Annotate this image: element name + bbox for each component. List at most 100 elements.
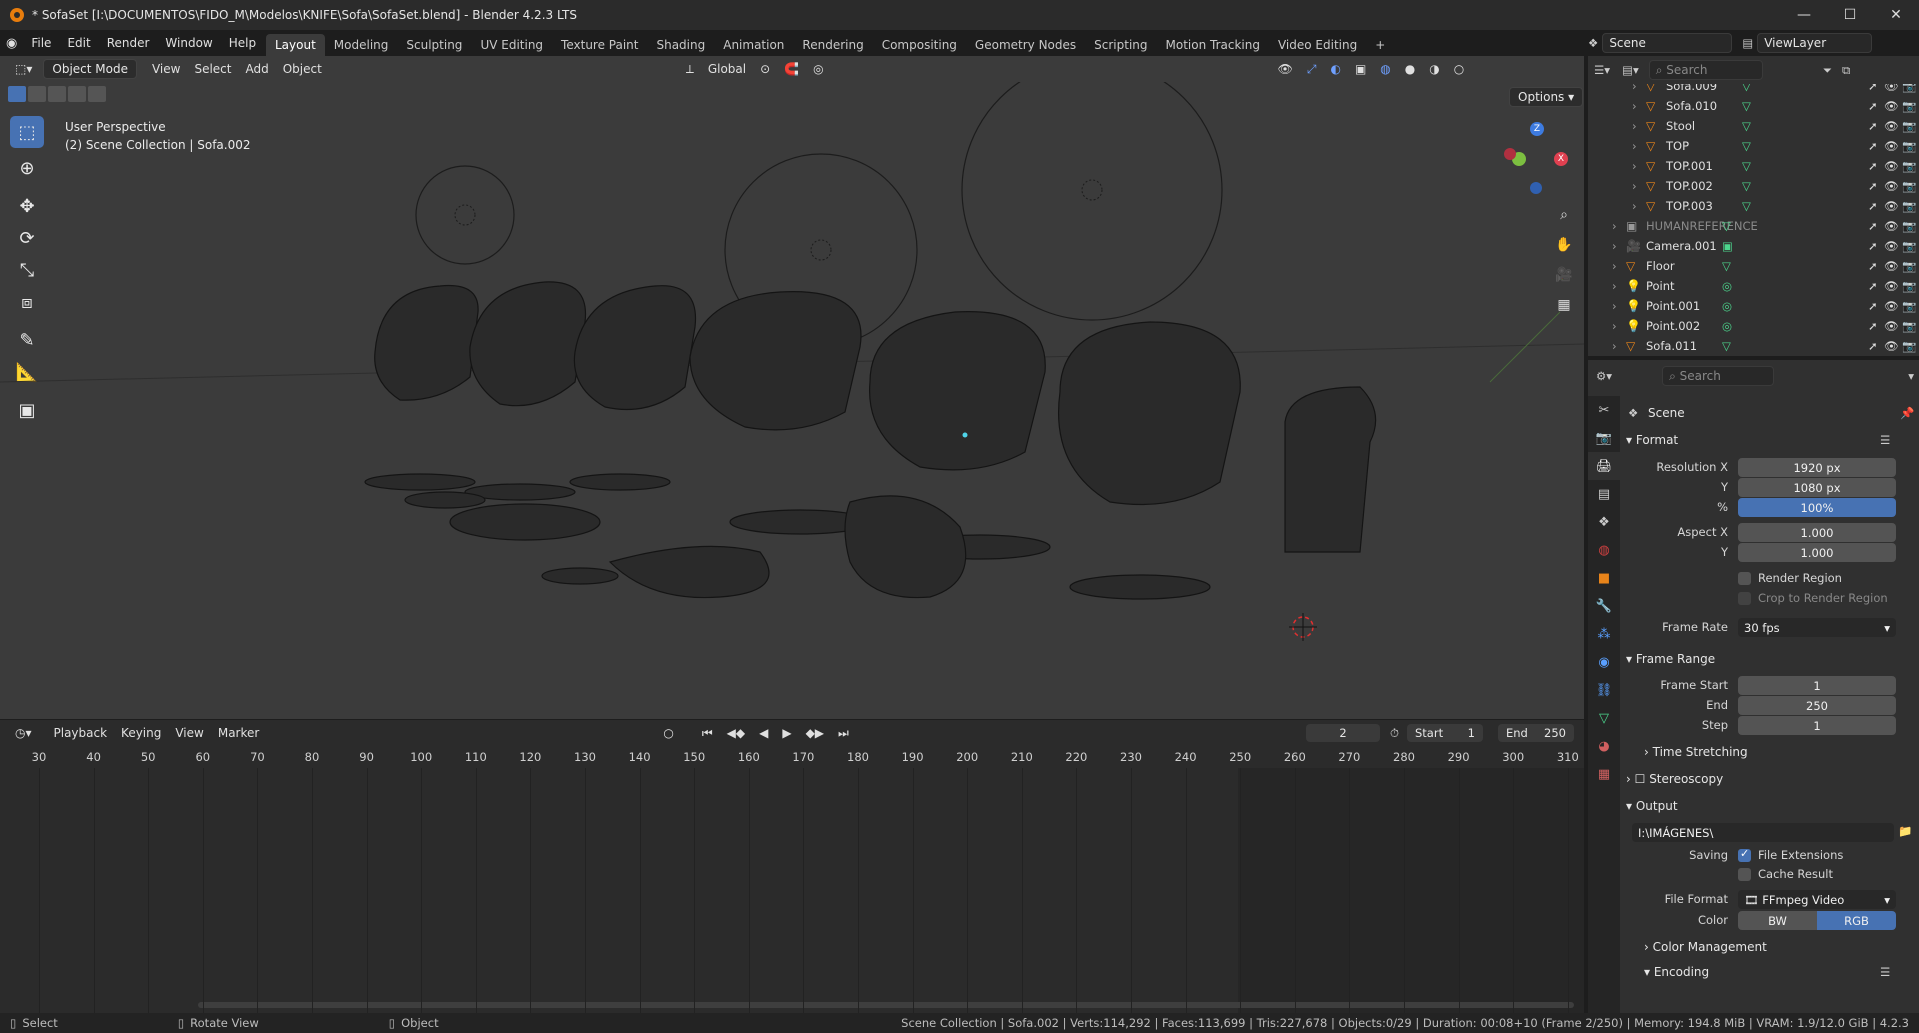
- tab-geometry-nodes[interactable]: Geometry Nodes: [966, 34, 1085, 56]
- physics-tab-icon[interactable]: ◉: [1588, 648, 1620, 676]
- selectable-icon[interactable]: ➚: [1868, 159, 1878, 173]
- menu-playback[interactable]: Playback: [47, 724, 115, 742]
- eye-icon[interactable]: 👁: [1884, 239, 1899, 253]
- pin-icon[interactable]: 📌: [1900, 406, 1914, 420]
- resolution-percent-slider[interactable]: 100%: [1738, 498, 1896, 517]
- eye-icon[interactable]: 👁: [1884, 319, 1899, 333]
- selectable-icon[interactable]: ➚: [1868, 219, 1878, 233]
- outliner[interactable]: ☰▾ ▤▾ ⌕ Search ⏷ ⧉ › ▽ Sofa.009 ▽ ➚ 👁 📷 › ▽ Sofa.…: [1588, 56, 1919, 356]
- tab-texture-paint[interactable]: Texture Paint: [552, 34, 647, 56]
- expand-chevron-icon[interactable]: ›: [1612, 319, 1617, 333]
- stopwatch-icon[interactable]: ⏱: [1390, 726, 1399, 741]
- render-camera-icon[interactable]: 📷: [1902, 139, 1916, 153]
- menu-window[interactable]: Window: [157, 33, 220, 53]
- blender-menu-icon[interactable]: ◉: [6, 36, 17, 51]
- expand-chevron-icon[interactable]: ›: [1612, 299, 1617, 313]
- timeline-editor-type-icon[interactable]: ◷▾: [8, 724, 39, 742]
- render-camera-icon[interactable]: 📷: [1902, 219, 1916, 233]
- frame-step-field[interactable]: 1: [1738, 716, 1896, 735]
- eye-icon[interactable]: 👁: [1884, 179, 1899, 193]
- selectable-icon[interactable]: ➚: [1868, 259, 1878, 273]
- timeline-keyframes-area[interactable]: [0, 768, 1584, 1013]
- outliner-search-input[interactable]: ⌕ Search: [1648, 60, 1763, 80]
- expand-chevron-icon[interactable]: ›: [1612, 239, 1617, 253]
- output-tab-icon[interactable]: 🖨: [1588, 452, 1620, 480]
- frame-range-panel-header[interactable]: ▾ Frame Range: [1626, 652, 1715, 666]
- world-tab-icon[interactable]: ◍: [1588, 536, 1620, 564]
- constraints-tab-icon[interactable]: ⛓: [1588, 676, 1620, 704]
- selectable-icon[interactable]: ➚: [1868, 119, 1878, 133]
- properties-options-icon[interactable]: ▾: [1908, 369, 1914, 383]
- outliner-row[interactable]: › ▽ TOP.003 ▽ ➚ 👁 📷: [1588, 196, 1919, 216]
- prev-keyframe-icon[interactable]: ◀◆: [720, 724, 752, 742]
- menu-timeline-view[interactable]: View: [168, 724, 210, 742]
- editor-type-icon[interactable]: ⬚▾: [8, 60, 39, 78]
- tab-uv-editing[interactable]: UV Editing: [471, 34, 552, 56]
- play-icon[interactable]: ▶: [775, 724, 798, 742]
- eye-icon[interactable]: 👁: [1884, 119, 1899, 133]
- format-panel-header[interactable]: ▾ Format: [1626, 433, 1678, 447]
- modifier-tab-icon[interactable]: 🔧: [1588, 592, 1620, 620]
- gizmo-neg-x-axis[interactable]: [1504, 148, 1516, 160]
- presets-icon[interactable]: ☰: [1880, 433, 1890, 447]
- time-stretching-subpanel[interactable]: › Time Stretching: [1644, 745, 1748, 759]
- outliner-row[interactable]: › ▽ Stool ▽ ➚ 👁 📷: [1588, 116, 1919, 136]
- eye-icon[interactable]: 👁: [1884, 199, 1899, 213]
- stereoscopy-panel-header[interactable]: › ☐ Stereoscopy: [1626, 772, 1723, 786]
- outliner-row[interactable]: › ▽ Sofa.010 ▽ ➚ 👁 📷: [1588, 96, 1919, 116]
- render-camera-icon[interactable]: 📷: [1902, 119, 1916, 133]
- menu-view[interactable]: View: [145, 60, 187, 78]
- tab-video-editing[interactable]: Video Editing: [1269, 34, 1366, 56]
- overlay-toggle-icon[interactable]: ◐: [1323, 60, 1347, 78]
- render-camera-icon[interactable]: 📷: [1902, 159, 1916, 173]
- outliner-row[interactable]: › 🎥 Camera.001 ▣ ➚ 👁 📷: [1588, 236, 1919, 256]
- xray-icon[interactable]: ▣: [1348, 60, 1373, 78]
- menu-help[interactable]: Help: [221, 33, 264, 53]
- eye-icon[interactable]: 👁: [1884, 259, 1899, 273]
- cache-result-checkbox[interactable]: [1738, 868, 1751, 881]
- color-bw-button[interactable]: BW: [1738, 911, 1817, 930]
- selectable-icon[interactable]: ➚: [1868, 199, 1878, 213]
- end-frame-field[interactable]: End 250: [1498, 724, 1574, 742]
- expand-chevron-icon[interactable]: ›: [1612, 259, 1617, 273]
- outliner-row[interactable]: › ▽ Floor ▽ ➚ 👁 📷: [1588, 256, 1919, 276]
- maximize-button[interactable]: ☐: [1827, 0, 1873, 30]
- ortho-grid-icon[interactable]: ▦: [1551, 292, 1577, 318]
- expand-chevron-icon[interactable]: ›: [1632, 99, 1637, 113]
- filter-icon[interactable]: ⏷: [1823, 63, 1832, 78]
- expand-chevron-icon[interactable]: ›: [1612, 279, 1617, 293]
- navigation-gizmo[interactable]: Z X: [1502, 122, 1572, 202]
- eye-icon[interactable]: 👁: [1884, 159, 1899, 173]
- encoding-presets-icon[interactable]: ☰: [1880, 965, 1890, 979]
- 3d-viewport[interactable]: ⬚▾ Object Mode View Select Add Object ⟂ …: [0, 56, 1584, 719]
- object-tab-icon[interactable]: ■: [1588, 564, 1620, 592]
- gizmo-neg-z-axis[interactable]: [1530, 182, 1542, 194]
- file-extensions-checkbox[interactable]: [1738, 847, 1751, 862]
- render-camera-icon[interactable]: 📷: [1902, 239, 1916, 253]
- outliner-row[interactable]: › ▽ TOP ▽ ➚ 👁 📷: [1588, 136, 1919, 156]
- minimize-button[interactable]: —: [1781, 0, 1827, 30]
- tool-tab-icon[interactable]: ✂: [1588, 396, 1620, 424]
- menu-edit[interactable]: Edit: [59, 33, 98, 53]
- encoding-subpanel[interactable]: ▾ Encoding: [1644, 965, 1709, 979]
- eye-icon[interactable]: 👁: [1884, 299, 1899, 313]
- expand-chevron-icon[interactable]: ›: [1632, 84, 1637, 93]
- color-rgb-button[interactable]: RGB: [1817, 911, 1896, 930]
- output-path-field[interactable]: I:\IMÁGENES\: [1632, 823, 1894, 842]
- tab-motion-tracking[interactable]: Motion Tracking: [1157, 34, 1269, 56]
- expand-chevron-icon[interactable]: ›: [1632, 179, 1637, 193]
- material-tab-icon[interactable]: ◕: [1588, 732, 1620, 760]
- output-panel-header[interactable]: ▾ Output: [1626, 799, 1678, 813]
- pan-hand-icon[interactable]: ✋: [1551, 232, 1577, 258]
- render-camera-icon[interactable]: 📷: [1902, 259, 1916, 273]
- eye-icon[interactable]: 👁: [1884, 279, 1899, 293]
- render-region-checkbox[interactable]: [1738, 572, 1751, 585]
- menu-file[interactable]: File: [23, 33, 59, 53]
- outliner-row[interactable]: › 💡 Point ◎ ➚ 👁 📷: [1588, 276, 1919, 296]
- current-frame-field[interactable]: 2: [1306, 724, 1380, 742]
- file-format-dropdown[interactable]: 🎞 FFmpeg Video ▾: [1738, 890, 1896, 909]
- texture-tab-icon[interactable]: ▦: [1588, 760, 1620, 788]
- camera-view-icon[interactable]: 🎥: [1551, 262, 1577, 288]
- eye-icon[interactable]: 👁: [1884, 99, 1899, 113]
- gizmo-z-axis[interactable]: Z: [1530, 122, 1544, 136]
